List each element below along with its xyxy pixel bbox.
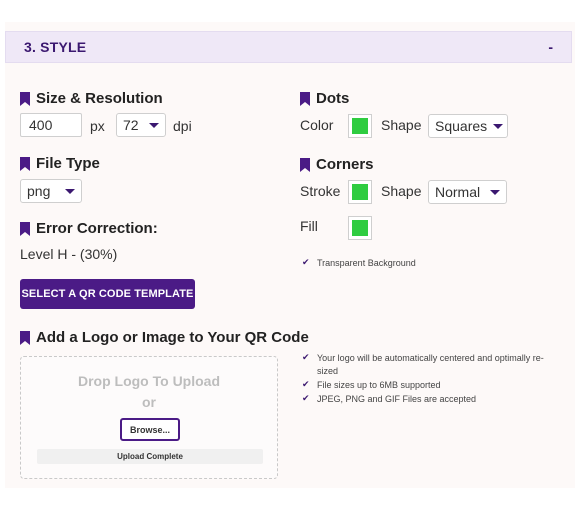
- browse-button[interactable]: Browse...: [120, 418, 180, 441]
- dots-color-label: Color: [300, 117, 334, 133]
- corners-shape-label: Shape: [381, 183, 422, 199]
- dots-color-swatch: [352, 118, 368, 134]
- section-title: 3. STYLE: [24, 39, 87, 55]
- logo-note-1-line-b: sized: [317, 366, 339, 376]
- logo-note-2-text: File sizes up to 6MB supported: [317, 380, 441, 390]
- dots-shape-value: Squares: [435, 118, 488, 134]
- bookmark-icon: [20, 221, 30, 236]
- logo-note-3: ✔ JPEG, PNG and GIF Files are accepted: [302, 393, 476, 406]
- upload-status: Upload Complete: [37, 449, 263, 464]
- corners-heading-text: Corners: [316, 156, 374, 173]
- chevron-down-icon: [65, 188, 75, 194]
- check-icon: ✔: [302, 352, 310, 362]
- drop-or: or: [142, 394, 156, 410]
- size-unit-label: px: [90, 118, 105, 134]
- bookmark-icon: [20, 156, 30, 171]
- corners-fill-label: Fill: [300, 218, 318, 234]
- chevron-down-icon: [493, 123, 504, 129]
- size-resolution-heading: Size & Resolution: [20, 90, 163, 107]
- logo-heading-text: Add a Logo or Image to Your QR Code: [36, 329, 309, 346]
- corners-shape-select[interactable]: Normal: [428, 180, 507, 204]
- corners-stroke-swatch: [352, 184, 368, 200]
- logo-dropzone[interactable]: Drop Logo To Upload or Browse... Upload …: [20, 356, 278, 479]
- corners-stroke-color-picker[interactable]: [348, 180, 372, 204]
- bookmark-icon: [20, 91, 30, 106]
- dots-shape-label: Shape: [381, 117, 422, 133]
- logo-heading: Add a Logo or Image to Your QR Code: [20, 329, 309, 346]
- corners-fill-color-picker[interactable]: [348, 216, 372, 240]
- chevron-down-icon: [490, 189, 500, 195]
- corners-shape-value: Normal: [435, 184, 481, 200]
- file-type-heading-text: File Type: [36, 155, 100, 172]
- dots-heading: Dots: [300, 90, 349, 107]
- check-icon: ✔: [302, 379, 310, 389]
- transparent-background-checkbox[interactable]: ✔ Transparent Background: [302, 257, 416, 270]
- bookmark-icon: [300, 157, 310, 172]
- dpi-unit-label: dpi: [173, 118, 192, 134]
- check-icon: ✔: [302, 257, 310, 267]
- dots-shape-select[interactable]: Squares: [428, 114, 508, 138]
- logo-note-1-text: Your logo will be automatically centered…: [317, 352, 544, 378]
- drop-title: Drop Logo To Upload: [77, 373, 221, 389]
- file-type-select-value: png: [27, 183, 51, 199]
- bookmark-icon: [20, 330, 30, 345]
- corners-heading: Corners: [300, 156, 374, 173]
- logo-note-3-text: JPEG, PNG and GIF Files are accepted: [317, 394, 477, 404]
- select-template-button[interactable]: SELECT A QR CODE TEMPLATE: [20, 279, 195, 309]
- collapse-button[interactable]: -: [548, 39, 553, 55]
- transparent-background-label: Transparent Background: [317, 258, 416, 268]
- section-header[interactable]: 3. STYLE -: [5, 31, 572, 63]
- file-type-heading: File Type: [20, 155, 100, 172]
- size-resolution-heading-text: Size & Resolution: [36, 90, 163, 107]
- logo-note-2: ✔ File sizes up to 6MB supported: [302, 379, 441, 392]
- dots-heading-text: Dots: [316, 90, 350, 107]
- bookmark-icon: [300, 91, 310, 106]
- dpi-select[interactable]: 72: [116, 113, 166, 137]
- error-correction-heading: Error Correction:: [20, 220, 158, 237]
- corners-fill-swatch: [352, 220, 368, 236]
- corners-stroke-label: Stroke: [300, 183, 341, 199]
- logo-note-1-line-a: Your logo will be automatically centered…: [317, 353, 544, 363]
- size-input[interactable]: 400: [20, 113, 82, 137]
- file-type-select[interactable]: png: [20, 179, 82, 203]
- check-icon: ✔: [302, 393, 310, 403]
- dots-color-picker[interactable]: [348, 114, 372, 138]
- chevron-down-icon: [149, 122, 159, 128]
- logo-note-1: ✔ Your logo will be automatically center…: [302, 352, 552, 378]
- dpi-select-value: 72: [123, 117, 139, 133]
- error-correction-value: Level H - (30%): [20, 246, 118, 262]
- error-correction-heading-text: Error Correction:: [36, 220, 158, 237]
